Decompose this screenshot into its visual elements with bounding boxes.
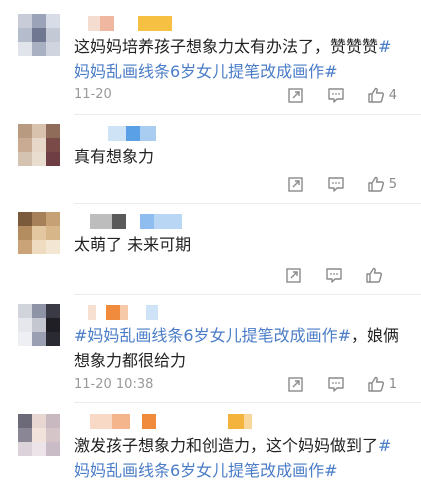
avatar[interactable] — [18, 14, 60, 56]
comment-button[interactable] — [327, 175, 345, 193]
comment-icon — [327, 175, 345, 193]
repost-button[interactable] — [287, 375, 305, 393]
thumbs-up-icon — [367, 175, 385, 193]
comment-icon — [325, 266, 343, 284]
thumbs-up-icon — [367, 86, 385, 104]
repost-button[interactable] — [285, 266, 303, 284]
like-button[interactable]: 5 — [367, 175, 397, 193]
avatar[interactable] — [18, 212, 60, 254]
comment-button[interactable] — [327, 86, 345, 104]
repost-icon — [287, 86, 305, 104]
comment-text-part: 真有想象力 — [74, 147, 155, 166]
like-button[interactable] — [365, 266, 383, 284]
comment-text: 激发孩子想象力和创造力，这个妈妈做到了#妈妈乱画线条6岁女儿提笔改成画作# — [74, 433, 404, 483]
hashtag-link[interactable]: #妈妈乱画线条6岁女儿提笔改成画作# — [74, 326, 351, 345]
divider — [74, 294, 421, 295]
divider — [74, 402, 421, 403]
like-button[interactable]: 4 — [367, 86, 397, 104]
divider — [74, 203, 421, 204]
comment-time: 11-20 10:38 — [74, 377, 154, 392]
avatar[interactable] — [18, 124, 60, 166]
like-button[interactable]: 1 — [367, 375, 397, 393]
avatar[interactable] — [18, 304, 60, 346]
comment-button[interactable] — [327, 375, 345, 393]
comment-time: 11-20 — [74, 87, 112, 102]
repost-icon — [287, 175, 305, 193]
thumbs-up-icon — [365, 266, 383, 284]
avatar[interactable] — [18, 414, 60, 456]
comment-text-part: 激发孩子想象力和创造力，这个妈妈做到了 — [74, 436, 379, 455]
comment-actions — [263, 265, 397, 285]
repost-button[interactable] — [287, 175, 305, 193]
like-count: 4 — [388, 87, 397, 103]
comment-actions: 1 — [265, 374, 397, 394]
comment-icon — [327, 86, 345, 104]
comment-actions: 5 — [265, 174, 397, 194]
username-blurred[interactable] — [88, 16, 198, 32]
comment-icon — [327, 375, 345, 393]
thumbs-up-icon — [367, 375, 385, 393]
username-blurred[interactable] — [88, 305, 178, 321]
comment-button[interactable] — [325, 266, 343, 284]
comment-text: 这妈妈培养孩子想象力太有办法了，赞赞赞#妈妈乱画线条6岁女儿提笔改成画作# — [74, 34, 404, 84]
username-blurred[interactable] — [90, 414, 280, 430]
like-count: 5 — [388, 176, 397, 192]
username-blurred[interactable] — [90, 214, 190, 230]
repost-icon — [285, 266, 303, 284]
divider — [74, 114, 421, 115]
like-count: 1 — [388, 376, 397, 392]
comment-text: #妈妈乱画线条6岁女儿提笔改成画作#，娘俩想象力都很给力 — [74, 323, 404, 373]
comment-text: 太萌了 未来可期 — [74, 232, 404, 257]
comment-text: 真有想象力 — [74, 144, 404, 169]
username-blurred[interactable] — [108, 126, 168, 142]
repost-button[interactable] — [287, 86, 305, 104]
repost-icon — [287, 375, 305, 393]
comment-text-part: 这妈妈培养孩子想象力太有办法了，赞赞赞 — [74, 37, 379, 56]
comment-text-part: 太萌了 未来可期 — [74, 235, 192, 254]
comment-actions: 4 — [265, 85, 397, 105]
